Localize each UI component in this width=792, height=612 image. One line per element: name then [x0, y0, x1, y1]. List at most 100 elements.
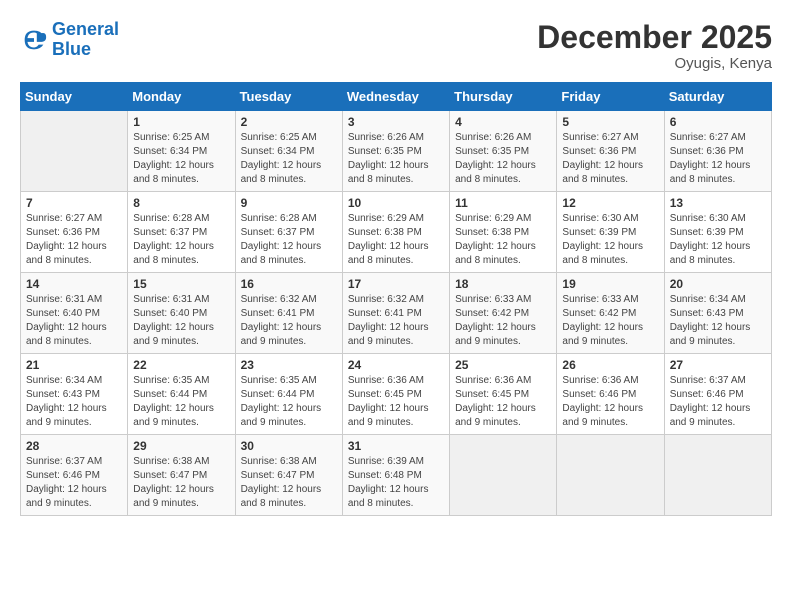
day-number: 19: [562, 277, 658, 291]
day-number: 29: [133, 439, 229, 453]
day-number: 28: [26, 439, 122, 453]
day-of-week-header: Friday: [557, 83, 664, 111]
calendar-day-cell: 1Sunrise: 6:25 AM Sunset: 6:34 PM Daylig…: [128, 111, 235, 192]
day-of-week-header: Tuesday: [235, 83, 342, 111]
calendar-day-cell: 23Sunrise: 6:35 AM Sunset: 6:44 PM Dayli…: [235, 354, 342, 435]
calendar-day-cell: 15 Sunrise: 6:31 AM Sunset: 6:40 PM Dayli…: [128, 273, 235, 354]
day-info: Sunrise: 6:27 AM Sunset: 6:36 PM Dayligh…: [670, 131, 766, 187]
calendar-day-cell: 7Sunrise: 6:27 AM Sunset: 6:36 PM Daylig…: [21, 192, 128, 273]
day-info: Sunrise: 6:36 AM Sunset: 6:45 PM Dayligh…: [348, 374, 444, 430]
day-number: 30: [241, 439, 337, 453]
calendar-day-cell: 12 Sunrise: 6:30 AM Sunset: 6:39 PM Dayli…: [557, 192, 664, 273]
calendar-day-cell: 9Sunrise: 6:28 AM Sunset: 6:37 PM Daylig…: [235, 192, 342, 273]
calendar-day-cell: 8 Sunrise: 6:28 AM Sunset: 6:37 PM Daylig…: [128, 192, 235, 273]
calendar-day-cell: [664, 435, 771, 516]
day-number: 6: [670, 115, 766, 129]
day-info: Sunrise: 6:34 AM Sunset: 6:43 PM Dayligh…: [26, 374, 122, 430]
day-number: 26: [562, 358, 658, 372]
day-number: 17: [348, 277, 444, 291]
day-of-week-header: Wednesday: [342, 83, 449, 111]
day-info: Sunrise: 6:26 AM Sunset: 6:35 PM Dayligh…: [455, 131, 551, 187]
day-number: 21: [26, 358, 122, 372]
logo-text: General Blue: [52, 20, 119, 60]
day-info: Sunrise: 6:28 AM Sunset: 6:37 PM Dayligh…: [133, 212, 229, 268]
day-number: 12: [562, 196, 658, 210]
day-number: 2: [241, 115, 337, 129]
day-of-week-header: Sunday: [21, 83, 128, 111]
day-of-week-header: Monday: [128, 83, 235, 111]
day-info: Sunrise: 6:37 AM Sunset: 6:46 PM Dayligh…: [26, 455, 122, 511]
calendar-day-cell: 16Sunrise: 6:32 AM Sunset: 6:41 PM Dayli…: [235, 273, 342, 354]
calendar-day-cell: 13 Sunrise: 6:30 AM Sunset: 6:39 PM Dayli…: [664, 192, 771, 273]
calendar-day-cell: 3Sunrise: 6:26 AM Sunset: 6:35 PM Daylig…: [342, 111, 449, 192]
day-of-week-header: Thursday: [450, 83, 557, 111]
day-info: Sunrise: 6:36 AM Sunset: 6:46 PM Dayligh…: [562, 374, 658, 430]
day-info: Sunrise: 6:32 AM Sunset: 6:41 PM Dayligh…: [241, 293, 337, 349]
day-number: 20: [670, 277, 766, 291]
calendar-day-cell: 10Sunrise: 6:29 AM Sunset: 6:38 PM Dayli…: [342, 192, 449, 273]
day-number: 10: [348, 196, 444, 210]
calendar-day-cell: [557, 435, 664, 516]
day-of-week-header: Saturday: [664, 83, 771, 111]
calendar-day-cell: 6 Sunrise: 6:27 AM Sunset: 6:36 PM Daylig…: [664, 111, 771, 192]
calendar-header: SundayMondayTuesdayWednesdayThursdayFrid…: [21, 83, 772, 111]
day-info: Sunrise: 6:39 AM Sunset: 6:48 PM Dayligh…: [348, 455, 444, 511]
day-number: 22: [133, 358, 229, 372]
day-info: Sunrise: 6:27 AM Sunset: 6:36 PM Dayligh…: [26, 212, 122, 268]
day-number: 27: [670, 358, 766, 372]
calendar-day-cell: [21, 111, 128, 192]
calendar-day-cell: 31 Sunrise: 6:39 AM Sunset: 6:48 PM Dayli…: [342, 435, 449, 516]
day-number: 4: [455, 115, 551, 129]
day-number: 25: [455, 358, 551, 372]
calendar-day-cell: [450, 435, 557, 516]
calendar-week-row: 21 Sunrise: 6:34 AM Sunset: 6:43 PM Dayli…: [21, 354, 772, 435]
calendar-day-cell: 30Sunrise: 6:38 AM Sunset: 6:47 PM Dayli…: [235, 435, 342, 516]
day-number: 5: [562, 115, 658, 129]
calendar-day-cell: 19 Sunrise: 6:33 AM Sunset: 6:42 PM Dayli…: [557, 273, 664, 354]
calendar-day-cell: 29 Sunrise: 6:38 AM Sunset: 6:47 PM Dayli…: [128, 435, 235, 516]
day-number: 8: [133, 196, 229, 210]
day-info: Sunrise: 6:34 AM Sunset: 6:43 PM Dayligh…: [670, 293, 766, 349]
day-info: Sunrise: 6:38 AM Sunset: 6:47 PM Dayligh…: [133, 455, 229, 511]
calendar-day-cell: 26 Sunrise: 6:36 AM Sunset: 6:46 PM Dayli…: [557, 354, 664, 435]
calendar-week-row: 7Sunrise: 6:27 AM Sunset: 6:36 PM Daylig…: [21, 192, 772, 273]
day-number: 14: [26, 277, 122, 291]
calendar-day-cell: 22 Sunrise: 6:35 AM Sunset: 6:44 PM Dayli…: [128, 354, 235, 435]
calendar-day-cell: 11 Sunrise: 6:29 AM Sunset: 6:38 PM Dayli…: [450, 192, 557, 273]
day-info: Sunrise: 6:27 AM Sunset: 6:36 PM Dayligh…: [562, 131, 658, 187]
day-info: Sunrise: 6:29 AM Sunset: 6:38 PM Dayligh…: [455, 212, 551, 268]
day-number: 15: [133, 277, 229, 291]
page-header: General Blue December 2025 Oyugis, Kenya: [20, 20, 772, 72]
calendar-week-row: 28 Sunrise: 6:37 AM Sunset: 6:46 PM Dayli…: [21, 435, 772, 516]
day-info: Sunrise: 6:30 AM Sunset: 6:39 PM Dayligh…: [562, 212, 658, 268]
calendar-week-row: 14 Sunrise: 6:31 AM Sunset: 6:40 PM Dayli…: [21, 273, 772, 354]
day-number: 1: [133, 115, 229, 129]
calendar-day-cell: 17Sunrise: 6:32 AM Sunset: 6:41 PM Dayli…: [342, 273, 449, 354]
logo-icon: [20, 26, 48, 54]
calendar-header-row: SundayMondayTuesdayWednesdayThursdayFrid…: [21, 83, 772, 111]
calendar-day-cell: 28 Sunrise: 6:37 AM Sunset: 6:46 PM Dayli…: [21, 435, 128, 516]
day-number: 31: [348, 439, 444, 453]
calendar-day-cell: 24Sunrise: 6:36 AM Sunset: 6:45 PM Dayli…: [342, 354, 449, 435]
calendar-day-cell: 18Sunrise: 6:33 AM Sunset: 6:42 PM Dayli…: [450, 273, 557, 354]
day-info: Sunrise: 6:25 AM Sunset: 6:34 PM Dayligh…: [241, 131, 337, 187]
calendar-day-cell: 20 Sunrise: 6:34 AM Sunset: 6:43 PM Dayli…: [664, 273, 771, 354]
day-number: 11: [455, 196, 551, 210]
month-title: December 2025: [537, 20, 772, 55]
calendar-day-cell: 4 Sunrise: 6:26 AM Sunset: 6:35 PM Daylig…: [450, 111, 557, 192]
day-info: Sunrise: 6:35 AM Sunset: 6:44 PM Dayligh…: [133, 374, 229, 430]
title-area: December 2025 Oyugis, Kenya: [537, 20, 772, 72]
day-info: Sunrise: 6:33 AM Sunset: 6:42 PM Dayligh…: [562, 293, 658, 349]
day-number: 18: [455, 277, 551, 291]
day-info: Sunrise: 6:30 AM Sunset: 6:39 PM Dayligh…: [670, 212, 766, 268]
day-number: 13: [670, 196, 766, 210]
day-info: Sunrise: 6:31 AM Sunset: 6:40 PM Dayligh…: [133, 293, 229, 349]
calendar-week-row: 1 Sunrise: 6:25 AM Sunset: 6:34 PM Daylig…: [21, 111, 772, 192]
day-info: Sunrise: 6:35 AM Sunset: 6:44 PM Dayligh…: [241, 374, 337, 430]
calendar-table: SundayMondayTuesdayWednesdayThursdayFrid…: [20, 82, 772, 516]
day-info: Sunrise: 6:37 AM Sunset: 6:46 PM Dayligh…: [670, 374, 766, 430]
logo: General Blue: [20, 20, 119, 60]
day-info: Sunrise: 6:36 AM Sunset: 6:45 PM Dayligh…: [455, 374, 551, 430]
calendar-day-cell: 14Sunrise: 6:31 AM Sunset: 6:40 PM Dayli…: [21, 273, 128, 354]
day-number: 3: [348, 115, 444, 129]
